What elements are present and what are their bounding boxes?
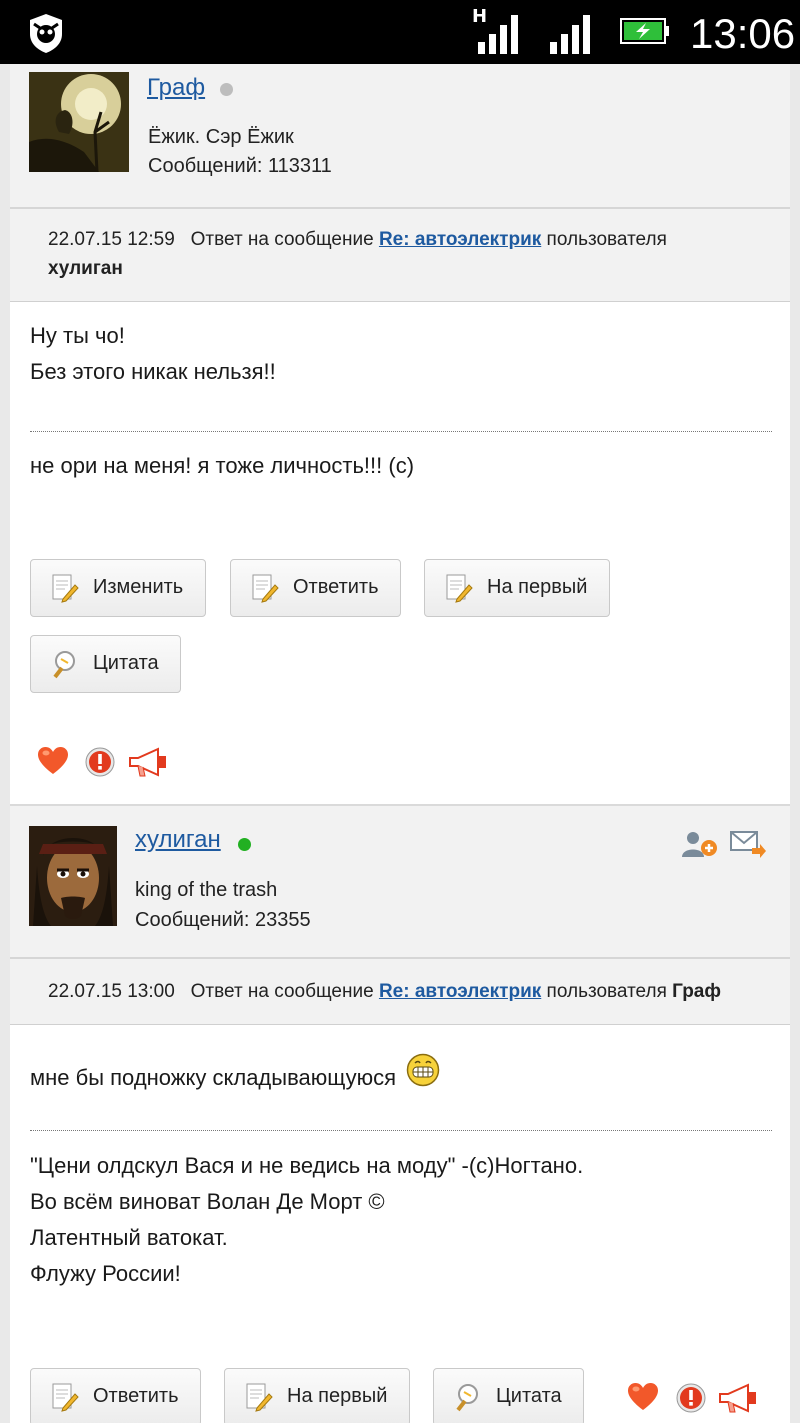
send-message-icon[interactable]: [730, 830, 766, 858]
edit-button-label: Изменить: [93, 576, 184, 598]
post-meta: 22.07.15 13:00 Ответ на сообщение Re: ав…: [10, 958, 790, 1025]
reply-suffix: пользователя: [546, 981, 667, 1002]
post-text-line: мне бы подножку складывающуюся: [30, 1053, 440, 1096]
post-meta: 22.07.15 12:59 Ответ на сообщение Re: ав…: [10, 208, 790, 302]
author-name-link[interactable]: Граф: [147, 74, 205, 102]
reply-suffix: пользователя: [546, 229, 667, 250]
avatar[interactable]: [29, 826, 117, 926]
first-post-button[interactable]: На первый: [424, 559, 610, 617]
post-body: мне бы подножку складывающуюся "Цени олд…: [10, 1025, 790, 1423]
megaphone-icon[interactable]: [718, 1382, 758, 1414]
report-icon[interactable]: [675, 1382, 707, 1414]
post-datetime: 22.07.15 13:00: [48, 981, 175, 1002]
edit-icon: [52, 574, 79, 603]
reply-to-link[interactable]: Re: автоэлектрик: [379, 981, 541, 1002]
reply-icon: [52, 1383, 79, 1412]
edit-button[interactable]: Изменить: [30, 559, 206, 617]
signal-icon-2: [550, 15, 590, 54]
avatar[interactable]: [29, 72, 129, 172]
first-post-button-label: На первый: [487, 576, 588, 598]
reply-to-link[interactable]: Re: автоэлектрик: [379, 229, 541, 250]
signature-line: Латентный ватокат.: [30, 1225, 228, 1250]
first-post-button-label: На первый: [287, 1385, 388, 1407]
author-title: king of the trash: [135, 879, 278, 901]
offline-status-dot: [220, 83, 233, 96]
quote-icon: [456, 1384, 478, 1412]
signature-divider: [30, 431, 772, 432]
reply-icon: [252, 574, 279, 603]
author-name-link[interactable]: хулиган: [135, 826, 221, 854]
status-bar: H 13:06: [0, 0, 800, 64]
first-post-icon: [446, 574, 473, 603]
battery-charging-icon: [620, 18, 669, 44]
post-datetime: 22.07.15 12:59: [48, 229, 175, 250]
first-post-button[interactable]: На первый: [224, 1368, 410, 1423]
like-heart-icon[interactable]: [37, 746, 69, 776]
reply-prefix: Ответ на сообщение: [190, 981, 374, 1002]
online-status-dot: [238, 838, 251, 851]
first-post-icon: [246, 1383, 273, 1412]
reply-to-user[interactable]: хулиган: [48, 258, 123, 279]
author-post-count: Сообщений: 113311: [148, 155, 332, 177]
reply-to-user[interactable]: Граф: [672, 981, 721, 1002]
signature-line: Флужу России!: [30, 1261, 181, 1286]
quote-button-label: Цитата: [496, 1385, 562, 1407]
author-title: Ёжик. Сэр Ёжик: [148, 126, 294, 148]
clock: 13:06: [690, 10, 796, 57]
quote-button[interactable]: Цитата: [433, 1368, 584, 1423]
post-text-line: Без этого никак нельзя!!: [30, 359, 276, 384]
signature-divider: [30, 1130, 772, 1131]
reply-prefix: Ответ на сообщение: [190, 229, 374, 250]
signature-line: не ори на меня! я тоже личность!!! (c): [30, 453, 415, 478]
antivirus-shield-icon: [30, 14, 62, 53]
post-text: мне бы подножку складывающуюся: [30, 1065, 397, 1090]
megaphone-icon[interactable]: [128, 746, 168, 778]
like-heart-icon[interactable]: [627, 1382, 659, 1412]
author-post-count: Сообщений: 23355: [135, 909, 311, 931]
reply-button-label: Ответить: [293, 576, 379, 598]
signature-line: "Цени олдскул Вася и не ведись на моду" …: [30, 1153, 584, 1178]
post-author-box: Граф Ёжик. Сэр Ёжик Сообщений: 113311: [10, 64, 790, 208]
reply-button[interactable]: Ответить: [230, 559, 401, 617]
quote-button[interactable]: Цитата: [30, 635, 181, 693]
quote-button-label: Цитата: [93, 652, 159, 674]
report-icon[interactable]: [84, 746, 116, 778]
forum-thread: Граф Ёжик. Сэр Ёжик Сообщений: 113311 22…: [10, 64, 790, 1423]
post-author-box: хулиган king of the trash Сообщений: 233…: [10, 804, 790, 958]
signal-icon: [478, 15, 518, 54]
post-body: Ну ты чо! Без этого никак нельзя!! не ор…: [10, 302, 790, 804]
reply-button[interactable]: Ответить: [30, 1368, 201, 1423]
quote-icon: [53, 651, 75, 679]
grin-smiley-icon: [406, 1053, 440, 1087]
post-text-line: Ну ты чо!: [30, 323, 125, 348]
signature-line: Во всём виноват Волан Де Морт ©: [30, 1189, 385, 1214]
reply-button-label: Ответить: [93, 1385, 179, 1407]
add-friend-icon[interactable]: [682, 830, 718, 858]
